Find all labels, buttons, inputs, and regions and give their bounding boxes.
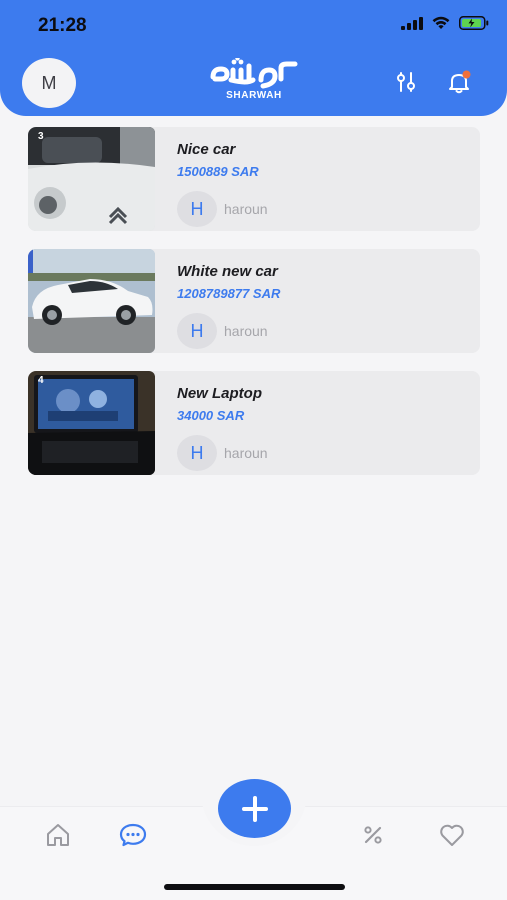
- brand-logo: SHARWAH: [208, 58, 300, 108]
- battery-icon: [459, 16, 489, 30]
- brand-logo-mark: [210, 58, 298, 89]
- status-bar: 21:28: [0, 0, 507, 50]
- profile-initial: M: [41, 72, 57, 93]
- home-indicator: [164, 884, 345, 890]
- home-icon: [47, 824, 69, 846]
- percent-icon: [364, 826, 382, 844]
- listing-card[interactable]: White new car 1208789877 SAR H haroun: [28, 249, 480, 353]
- listing-price: 34000 SAR: [177, 408, 245, 423]
- seller-avatar[interactable]: H: [177, 191, 217, 227]
- notifications-button[interactable]: [445, 68, 473, 96]
- image-count-badge: 3: [38, 131, 44, 142]
- nav-home[interactable]: [42, 820, 74, 850]
- heart-icon: [440, 824, 464, 846]
- add-icon: [241, 795, 268, 822]
- status-time: 21:28: [38, 15, 87, 36]
- wifi-icon: [432, 16, 450, 29]
- listing-card[interactable]: 3 Nice car 1500889 SAR H haroun: [28, 127, 480, 231]
- listing-title: New Laptop: [177, 385, 262, 402]
- seller-avatar[interactable]: H: [177, 313, 217, 349]
- add-listing-button[interactable]: [218, 779, 291, 838]
- seller-name: haroun: [224, 201, 268, 217]
- nav-favorites[interactable]: [436, 820, 468, 850]
- filter-button[interactable]: [392, 68, 420, 96]
- sliders-icon: [397, 72, 415, 92]
- image-count-badge: 4: [38, 375, 44, 386]
- seller-name: haroun: [224, 445, 268, 461]
- listing-price: 1208789877 SAR: [177, 286, 281, 301]
- seller-avatar[interactable]: H: [177, 435, 217, 471]
- app-header: 21:28 M SHARWAH: [0, 0, 507, 116]
- nav-offers[interactable]: [357, 820, 389, 850]
- listing-price: 1500889 SAR: [177, 164, 259, 179]
- listing-card[interactable]: 4 New Laptop 34000 SAR H haroun: [28, 371, 480, 475]
- seller-initial: H: [190, 198, 204, 219]
- bell-icon: [449, 70, 471, 94]
- status-icons: [401, 16, 489, 30]
- chat-icon: [119, 823, 147, 847]
- listing-image: [28, 249, 155, 353]
- listing-image: 3: [28, 127, 155, 231]
- nav-chat[interactable]: [117, 820, 149, 850]
- seller-initial: H: [190, 320, 204, 341]
- profile-avatar[interactable]: M: [22, 58, 76, 108]
- listing-title: Nice car: [177, 141, 236, 158]
- signal-icon: [401, 16, 423, 30]
- brand-name: SHARWAH: [226, 90, 282, 101]
- seller-name: haroun: [224, 323, 268, 339]
- listing-image: 4: [28, 371, 155, 475]
- seller-initial: H: [190, 442, 204, 463]
- listing-title: White new car: [177, 263, 278, 280]
- notification-dot: [462, 70, 471, 79]
